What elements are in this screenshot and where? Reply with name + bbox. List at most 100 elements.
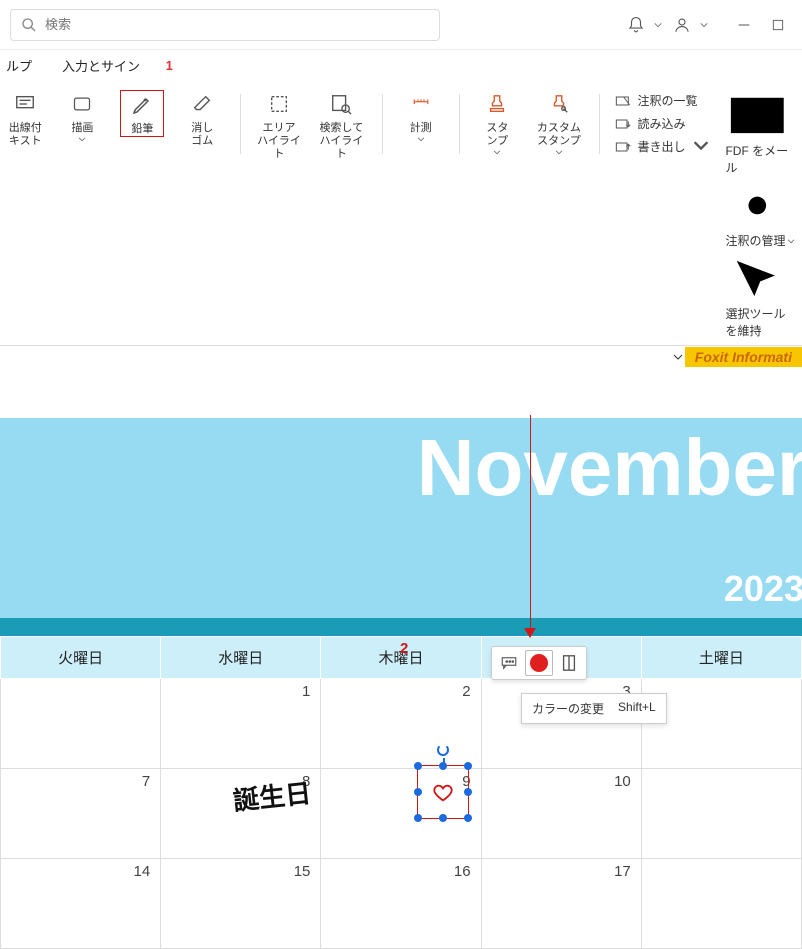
measure-tool[interactable]: 計測 [399,90,443,143]
separator [240,94,241,154]
calendar-cell[interactable] [641,768,801,858]
stamp-icon [486,93,508,115]
comment-icon [500,655,518,671]
opacity-icon [561,654,577,672]
chevron-down-icon [493,150,501,156]
fdf-mail-button[interactable]: FDF をメール [725,92,795,176]
tooltip-label: カラーの変更 [532,700,604,717]
calendar-cell[interactable]: 9 誕生日 [321,768,481,858]
ribbon-toolbar: 出線付 キスト 描画 鉛筆 消し ゴム エリア ハイライト 検索して ハイライト… [0,80,802,346]
callout-arrow-head [524,628,536,638]
red-color-icon [530,654,548,672]
annotation-actions-col2: FDF をメール 注釈の管理 選択ツールを維持 [725,90,795,339]
callout-tool[interactable]: 出線付 キスト [6,90,45,148]
window-controls [622,11,792,39]
calendar-year: 2023 [724,568,802,610]
maximize-icon [771,18,785,32]
tab-help[interactable]: ルプ [6,56,32,75]
tooltip-shortcut: Shift+L [618,700,656,717]
rectangle-icon [69,94,95,114]
heart-icon [430,782,456,804]
drawing-tool[interactable]: 描画 [61,90,105,143]
minimize-button[interactable] [730,11,758,39]
tab-fillsign[interactable]: 入力とサイン 1 [62,56,151,75]
chevron-down-icon [78,137,86,143]
day-header: 火曜日 [1,636,161,678]
info-banner[interactable]: Foxit Informati [685,347,802,367]
maximize-button[interactable] [764,11,792,39]
chevron-down-icon [673,352,683,362]
chevron-down-icon [555,150,563,156]
minimize-icon [736,17,752,33]
marker-1: 1 [166,58,173,73]
area-highlight-icon [267,93,291,115]
calendar-cell[interactable]: 1 [161,678,321,768]
selection-box[interactable] [417,765,469,819]
marker-2: 2 [400,640,408,657]
list-annotations-button[interactable]: 注釈の一覧 [615,92,709,109]
notifications-button[interactable] [622,11,650,39]
export-button[interactable]: 書き出し [615,138,709,155]
chevron-down-icon [787,239,795,245]
calendar-row: 7 8 9 誕生日 10 [1,768,802,858]
document-area: November 2023 火曜日 水曜日 木曜日 金曜日 土曜日 1 2 3 … [0,418,802,949]
calendar-month: November [417,422,802,514]
callout-arrow [530,415,531,630]
pencil-tool[interactable]: 鉛筆 [120,90,164,137]
title-bar [0,0,802,50]
calendar-cell[interactable]: 16 [321,858,481,948]
day-header: 水曜日 [161,636,321,678]
measure-icon [408,95,434,113]
calendar-row: 14 15 16 17 [1,858,802,948]
chevron-down-icon [417,137,425,143]
manage-annotations-button[interactable]: 注釈の管理 [725,182,795,249]
chevron-down-icon [700,21,708,29]
calendar-cell[interactable]: 15 [161,858,321,948]
cursor-icon [725,255,795,302]
mail-icon [725,92,795,139]
calendar-band [0,618,802,636]
calendar-cell[interactable] [641,858,801,948]
calendar-cell[interactable] [1,678,161,768]
custom-stamp-tool[interactable]: カスタム スタンプ [535,90,582,156]
eraser-tool[interactable]: 消し ゴム [180,90,224,148]
calendar-header: November 2023 [0,418,802,618]
comment-button[interactable] [495,650,523,676]
tooltip: カラーの変更 Shift+L [521,693,667,724]
calendar-row: 1 2 3 [1,678,802,768]
separator [382,94,383,154]
day-header: 土曜日 [641,636,801,678]
calendar-cell[interactable]: 17 [481,858,641,948]
import-button[interactable]: 読み込み [615,115,709,132]
keep-tool-button[interactable]: 選択ツールを維持 [725,255,795,339]
search-icon [21,17,37,33]
area-highlight-tool[interactable]: エリア ハイライト [257,90,301,162]
stamp-tool[interactable]: スタ ンプ [475,90,519,156]
import-icon [615,117,631,131]
chevron-down-icon [693,140,709,154]
search-box[interactable] [10,9,440,41]
list-icon [615,94,631,108]
calendar-cell[interactable]: 10 [481,768,641,858]
search-highlight-tool[interactable]: 検索して ハイライト [317,90,366,162]
calendar-cell[interactable]: 14 [1,858,161,948]
export-icon [615,140,631,154]
calendar-cell[interactable]: 7 [1,768,161,858]
bell-icon [627,16,645,34]
account-button[interactable] [668,11,696,39]
color-button[interactable] [525,650,553,676]
calendar-cell[interactable]: 2 [321,678,481,768]
mini-toolbar [491,646,587,680]
user-icon [673,16,691,34]
info-banner-bar: Foxit Informati [0,346,802,368]
chevron-down-icon [654,21,662,29]
ribbon-tabs: ルプ 入力とサイン 1 [0,50,802,80]
opacity-button[interactable] [555,650,583,676]
banner-chevron[interactable] [671,350,685,364]
separator [599,94,600,154]
eraser-icon [190,93,214,115]
search-highlight-icon [329,93,353,115]
search-input[interactable] [45,17,429,32]
callout-icon [12,93,38,115]
separator [459,94,460,154]
